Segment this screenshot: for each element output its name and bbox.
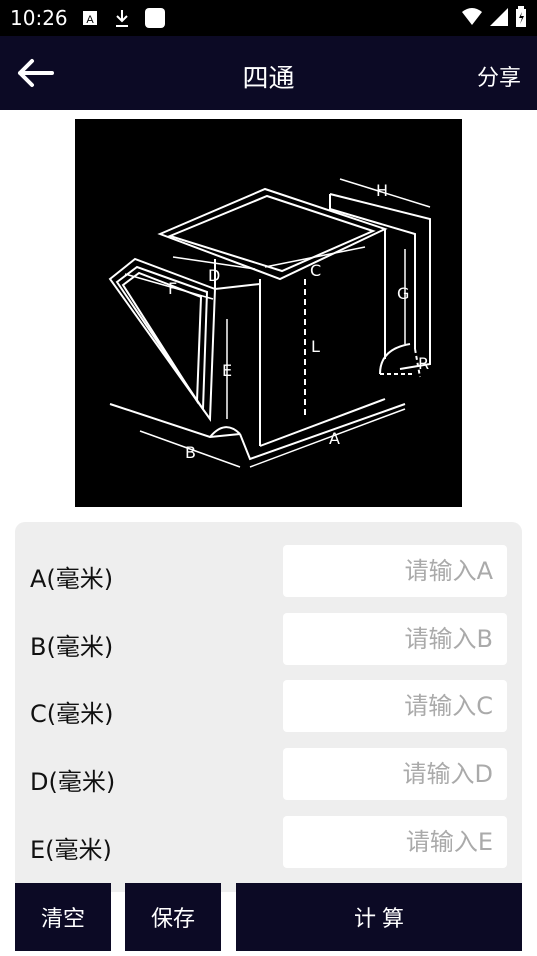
input-c[interactable] <box>283 680 507 732</box>
save-button[interactable]: 保存 <box>125 883 221 951</box>
diagram-label-l: L <box>311 337 320 356</box>
signal-icon <box>489 7 509 31</box>
app-square-icon <box>144 8 166 28</box>
diagram-label-h: H <box>376 181 388 200</box>
field-label-c: C(毫米) <box>30 700 114 728</box>
diagram-label-a: A <box>329 429 340 448</box>
svg-text:A: A <box>86 14 94 26</box>
download-icon <box>113 8 131 28</box>
diagram-label-d: D <box>208 266 220 285</box>
field-row-d: D(毫米) <box>15 748 522 802</box>
field-row-c: C(毫米) <box>15 680 522 734</box>
share-button[interactable]: 分享 <box>477 60 521 92</box>
diagram-label-f: F <box>168 279 177 298</box>
status-time: 10:26 <box>10 6 68 30</box>
app-bar: 四通 分享 <box>0 36 537 110</box>
page-title: 四通 <box>242 64 295 94</box>
battery-icon <box>515 6 527 32</box>
field-row-b: B(毫米) <box>15 613 522 667</box>
diagram-label-c: C <box>310 261 321 280</box>
field-label-a: A(毫米) <box>30 565 114 593</box>
input-a[interactable] <box>283 545 507 597</box>
input-panel: A(毫米) B(毫米) C(毫米) D(毫米) E(毫米) <box>15 522 522 892</box>
input-d[interactable] <box>283 748 507 800</box>
input-b[interactable] <box>283 613 507 665</box>
input-e[interactable] <box>283 816 507 868</box>
field-row-e: E(毫米) <box>15 816 522 870</box>
diagram-label-b: B <box>185 443 196 462</box>
clear-button[interactable]: 清空 <box>15 883 111 951</box>
field-label-e: E(毫米) <box>30 836 112 864</box>
diagram-label-e: E <box>222 361 232 380</box>
status-bar: 10:26 A <box>0 0 537 36</box>
calculate-button[interactable]: 计 算 <box>236 883 522 951</box>
notification-a-icon: A <box>82 8 98 28</box>
field-label-d: D(毫米) <box>30 768 116 796</box>
four-way-duct-illustration: A B C D E F G H L R <box>108 178 431 468</box>
diagram-label-g: G <box>397 284 409 303</box>
diagram-label-r: R <box>418 354 429 373</box>
field-row-a: A(毫米) <box>15 545 522 599</box>
wifi-icon <box>461 7 483 31</box>
field-label-b: B(毫米) <box>30 633 114 661</box>
duct-cross-diagram: A B C D E F G H L R <box>75 119 462 507</box>
